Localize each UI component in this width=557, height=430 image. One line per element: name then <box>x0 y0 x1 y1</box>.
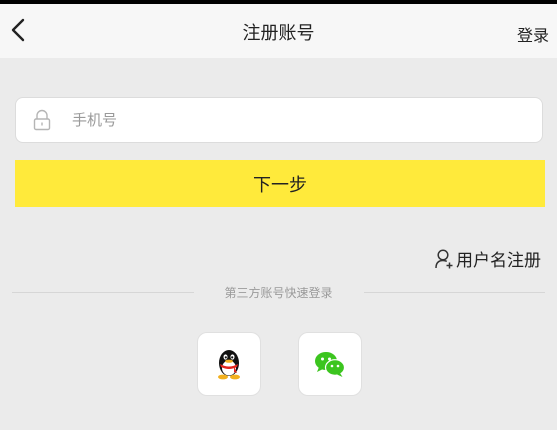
qq-icon <box>218 350 240 380</box>
nav-header: 注册账号 登录 <box>0 4 557 58</box>
wechat-login-button[interactable] <box>298 332 362 396</box>
username-register-label: 用户名注册 <box>456 251 541 271</box>
third-party-divider: 第三方账号快速登录 <box>12 284 545 302</box>
username-register-link[interactable]: 用户名注册 <box>434 246 541 271</box>
lock-icon <box>33 109 51 131</box>
phone-field-container <box>15 97 543 143</box>
next-step-button[interactable]: 下一步 <box>15 160 545 207</box>
wechat-icon <box>315 352 346 377</box>
phone-input[interactable] <box>72 98 512 142</box>
login-link[interactable]: 登录 <box>517 22 549 46</box>
page-title: 注册账号 <box>242 23 315 44</box>
divider-line-right <box>364 292 545 293</box>
qq-login-button[interactable] <box>197 332 261 396</box>
user-add-icon <box>435 248 453 268</box>
